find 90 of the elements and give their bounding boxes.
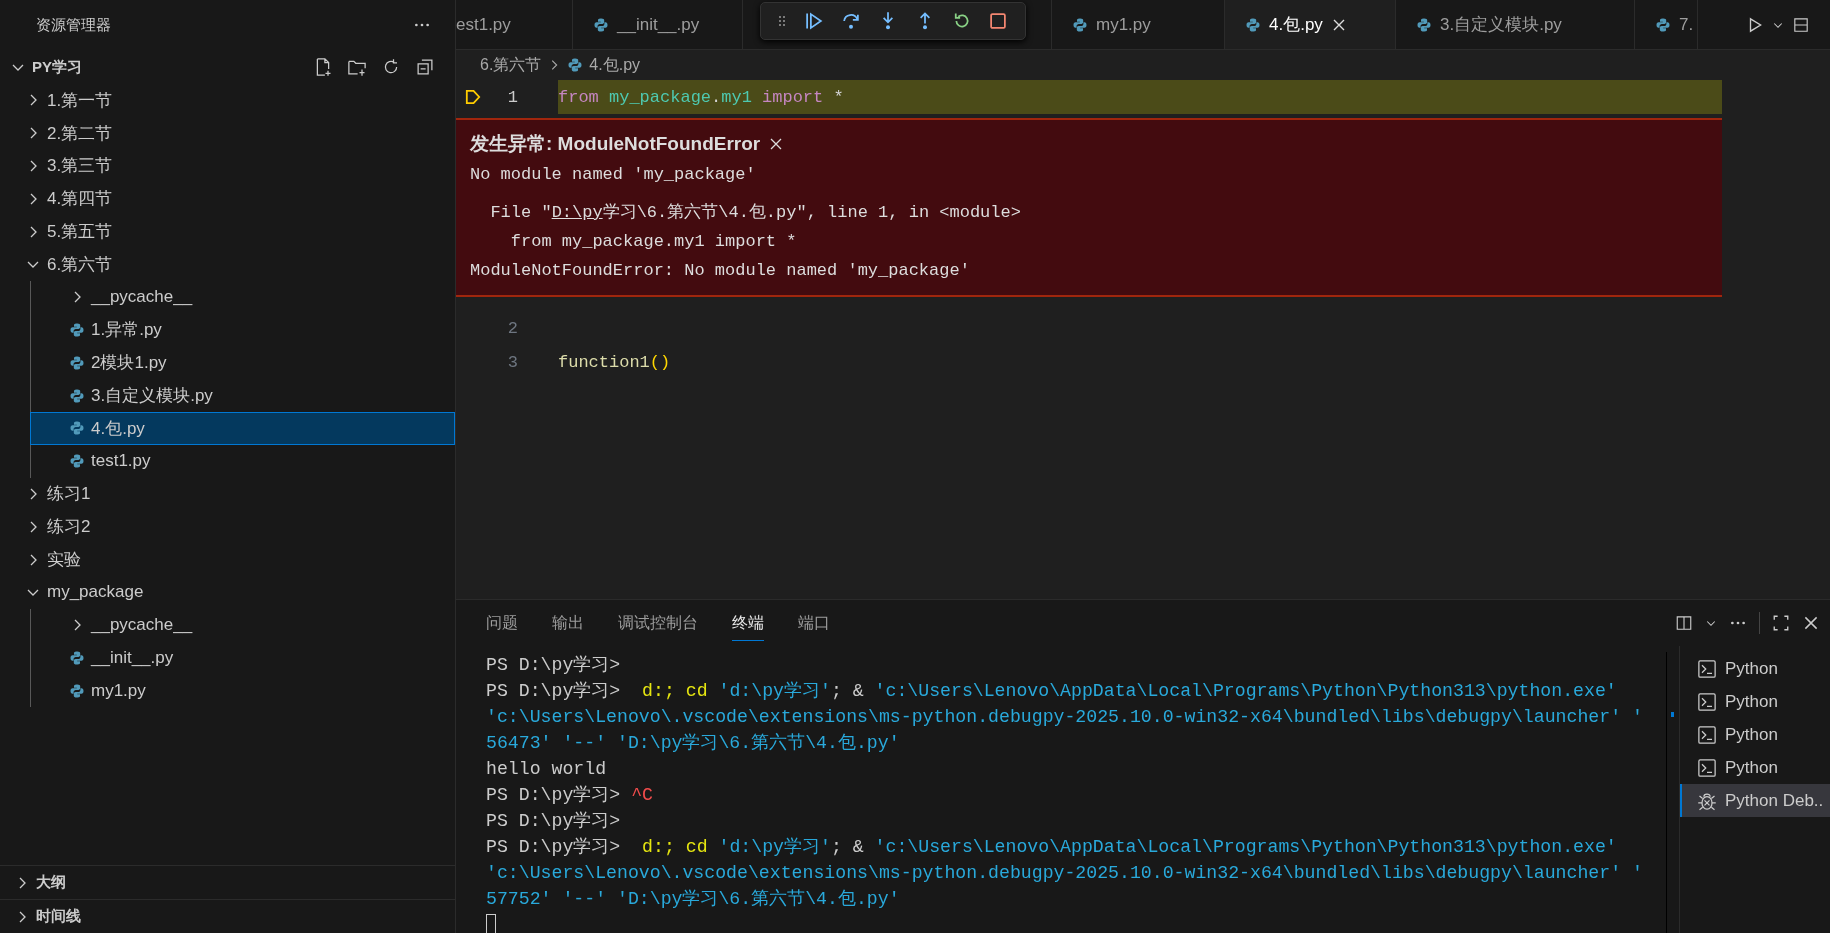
terminal-icon — [1697, 757, 1717, 778]
python-file-icon — [1072, 16, 1088, 33]
python-file-icon — [69, 354, 85, 371]
tree-item[interactable]: 4.包.py — [30, 411, 455, 445]
python-file-icon — [1416, 16, 1432, 33]
tree-item[interactable]: 6.第六节 — [0, 248, 455, 281]
tree-item[interactable]: 2模块1.py — [30, 346, 455, 380]
editor-tab[interactable]: 4.包.py — [1225, 0, 1396, 49]
python-file-icon — [69, 649, 85, 666]
python-file-icon — [69, 321, 85, 338]
tree-item[interactable]: 1.异常.py — [30, 313, 455, 347]
panel-tab[interactable]: 终端 — [732, 605, 764, 641]
line-number: 1 — [507, 87, 518, 107]
code-line: from my_package.my1 import * — [558, 87, 844, 107]
python-file-icon — [69, 453, 85, 470]
tree-item[interactable]: 3.第三节 — [0, 149, 455, 183]
terminal-line: PS D:\py学习> ^C — [486, 784, 654, 807]
exception-title: 发生异常: ModuleNotFoundError — [470, 132, 761, 156]
python-file-icon — [1655, 16, 1671, 33]
tree-item[interactable]: 2.第二节 — [0, 116, 455, 150]
terminal-icon — [1697, 658, 1717, 679]
python-file-icon — [593, 16, 609, 33]
terminal-session[interactable]: Python Deb.. — [1680, 784, 1830, 817]
tree-item[interactable]: 练习1 — [0, 477, 455, 511]
terminal-line: PS D:\py学习> — [486, 810, 622, 833]
maximize-icon[interactable] — [1772, 614, 1790, 632]
python-file-icon — [1245, 16, 1261, 33]
terminal-line: 'c:\Users\Lenovo\.vscode\extensions\ms-python.debugpy-2025.10.0-win32-x64\bundled\libs\debugpy\launcher' ' — [486, 706, 1644, 729]
terminal-session[interactable]: Python — [1680, 751, 1830, 784]
tree-item[interactable]: test1.py — [30, 444, 455, 478]
tree-item[interactable]: my1.py — [30, 674, 455, 708]
tree-item[interactable]: 4.第四节 — [0, 182, 455, 216]
terminal-line: 56473' '--' 'D:\py学习\6.第六节\4.包.py' — [486, 732, 901, 755]
terminal-session[interactable]: Python — [1680, 652, 1830, 685]
exception-message: No module named 'my_package' — [470, 164, 757, 186]
traceback-line: ModuleNotFoundError: No module named 'my_package' — [470, 260, 971, 282]
terminal-line: hello world — [486, 758, 608, 781]
file-link[interactable]: D:\py — [551, 203, 603, 222]
tree-item[interactable]: __pycache__ — [30, 280, 455, 314]
terminal-icon — [1697, 691, 1717, 712]
sidebar-title: 资源管理器 — [36, 15, 111, 35]
editor-tab[interactable]: __init__.py — [573, 0, 743, 49]
line-number: 2 — [507, 318, 518, 338]
python-file-icon — [69, 682, 85, 699]
terminal-line: PS D:\py学习> — [486, 654, 622, 677]
continue-icon[interactable] — [804, 11, 825, 31]
line-number: 3 — [507, 352, 518, 372]
collapse-all-icon[interactable] — [415, 57, 435, 77]
split-terminal-icon[interactable] — [1675, 614, 1693, 632]
stop-icon[interactable] — [988, 11, 1009, 31]
terminal-session[interactable]: Python — [1680, 718, 1830, 751]
scroll-marker — [1671, 712, 1674, 717]
traceback-line: from my_package.my1 import * — [509, 231, 798, 253]
panel-tab[interactable]: 输出 — [552, 605, 584, 641]
terminal-icon — [1697, 724, 1717, 745]
current-line-icon — [464, 88, 482, 106]
tree-item[interactable]: 练习2 — [0, 510, 455, 544]
drag-handle-icon[interactable] — [777, 13, 788, 29]
tree-item[interactable]: __init__.py — [30, 641, 455, 675]
terminal-line: 57752' '--' 'D:\py学习\6.第六节\4.包.py' — [486, 888, 901, 911]
traceback-line: File "D:\py学习\6.第六节\4.包.py", line 1, in <module> — [489, 202, 1022, 224]
breadcrumb-item[interactable]: 4.包.py — [567, 54, 641, 76]
tree-item[interactable]: 实验 — [0, 543, 455, 576]
terminal-cursor — [486, 914, 496, 933]
split-editor-icon[interactable] — [1792, 15, 1810, 34]
tree-item[interactable]: 3.自定义模块.py — [30, 379, 455, 412]
step-over-icon[interactable] — [841, 11, 862, 31]
editor-tab[interactable]: 3.自定义模块.py — [1396, 0, 1635, 49]
python-file-icon — [69, 420, 85, 437]
panel-tab[interactable]: 调试控制台 — [618, 605, 698, 641]
tree-item[interactable]: __pycache__ — [30, 608, 455, 642]
tree-item[interactable]: 5.第五节 — [0, 215, 455, 248]
editor-tab[interactable]: est1.py — [456, 0, 573, 49]
python-file-icon — [567, 57, 584, 73]
terminal-line: PS D:\py学习> d:; cd 'd:\py学习'; & 'c:\Users\Lenovo\AppData\Local\Programs\Python\Python313\python.exe' — [486, 836, 1618, 859]
terminal-line: 'c:\Users\Lenovo\.vscode\extensions\ms-python.debugpy-2025.10.0-win32-x64\bundled\libs\debugpy\launcher' ' — [486, 862, 1644, 885]
terminal-line: PS D:\py学习> d:; cd 'd:\py学习'; & 'c:\Users\Lenovo\AppData\Local\Programs\Python\Python313\python.exe' — [486, 680, 1618, 703]
panel-tab[interactable]: 端口 — [798, 605, 830, 641]
code-line: function1() — [558, 352, 671, 372]
python-file-icon — [69, 387, 85, 404]
section-header[interactable]: 大纲 — [0, 865, 455, 899]
terminal-session[interactable]: Python — [1680, 685, 1830, 718]
section-header[interactable]: 时间线 — [0, 899, 455, 933]
tree-item[interactable]: my_package — [0, 575, 455, 609]
panel-tab[interactable]: 问题 — [486, 605, 518, 641]
editor-tab[interactable]: 7. — [1635, 0, 1699, 49]
folder-header[interactable]: PY学习 — [0, 50, 455, 84]
breadcrumb-item[interactable]: 6.第六节 — [480, 54, 542, 76]
close-icon[interactable] — [1802, 614, 1820, 632]
tree-item[interactable]: 1.第一节 — [0, 84, 455, 117]
